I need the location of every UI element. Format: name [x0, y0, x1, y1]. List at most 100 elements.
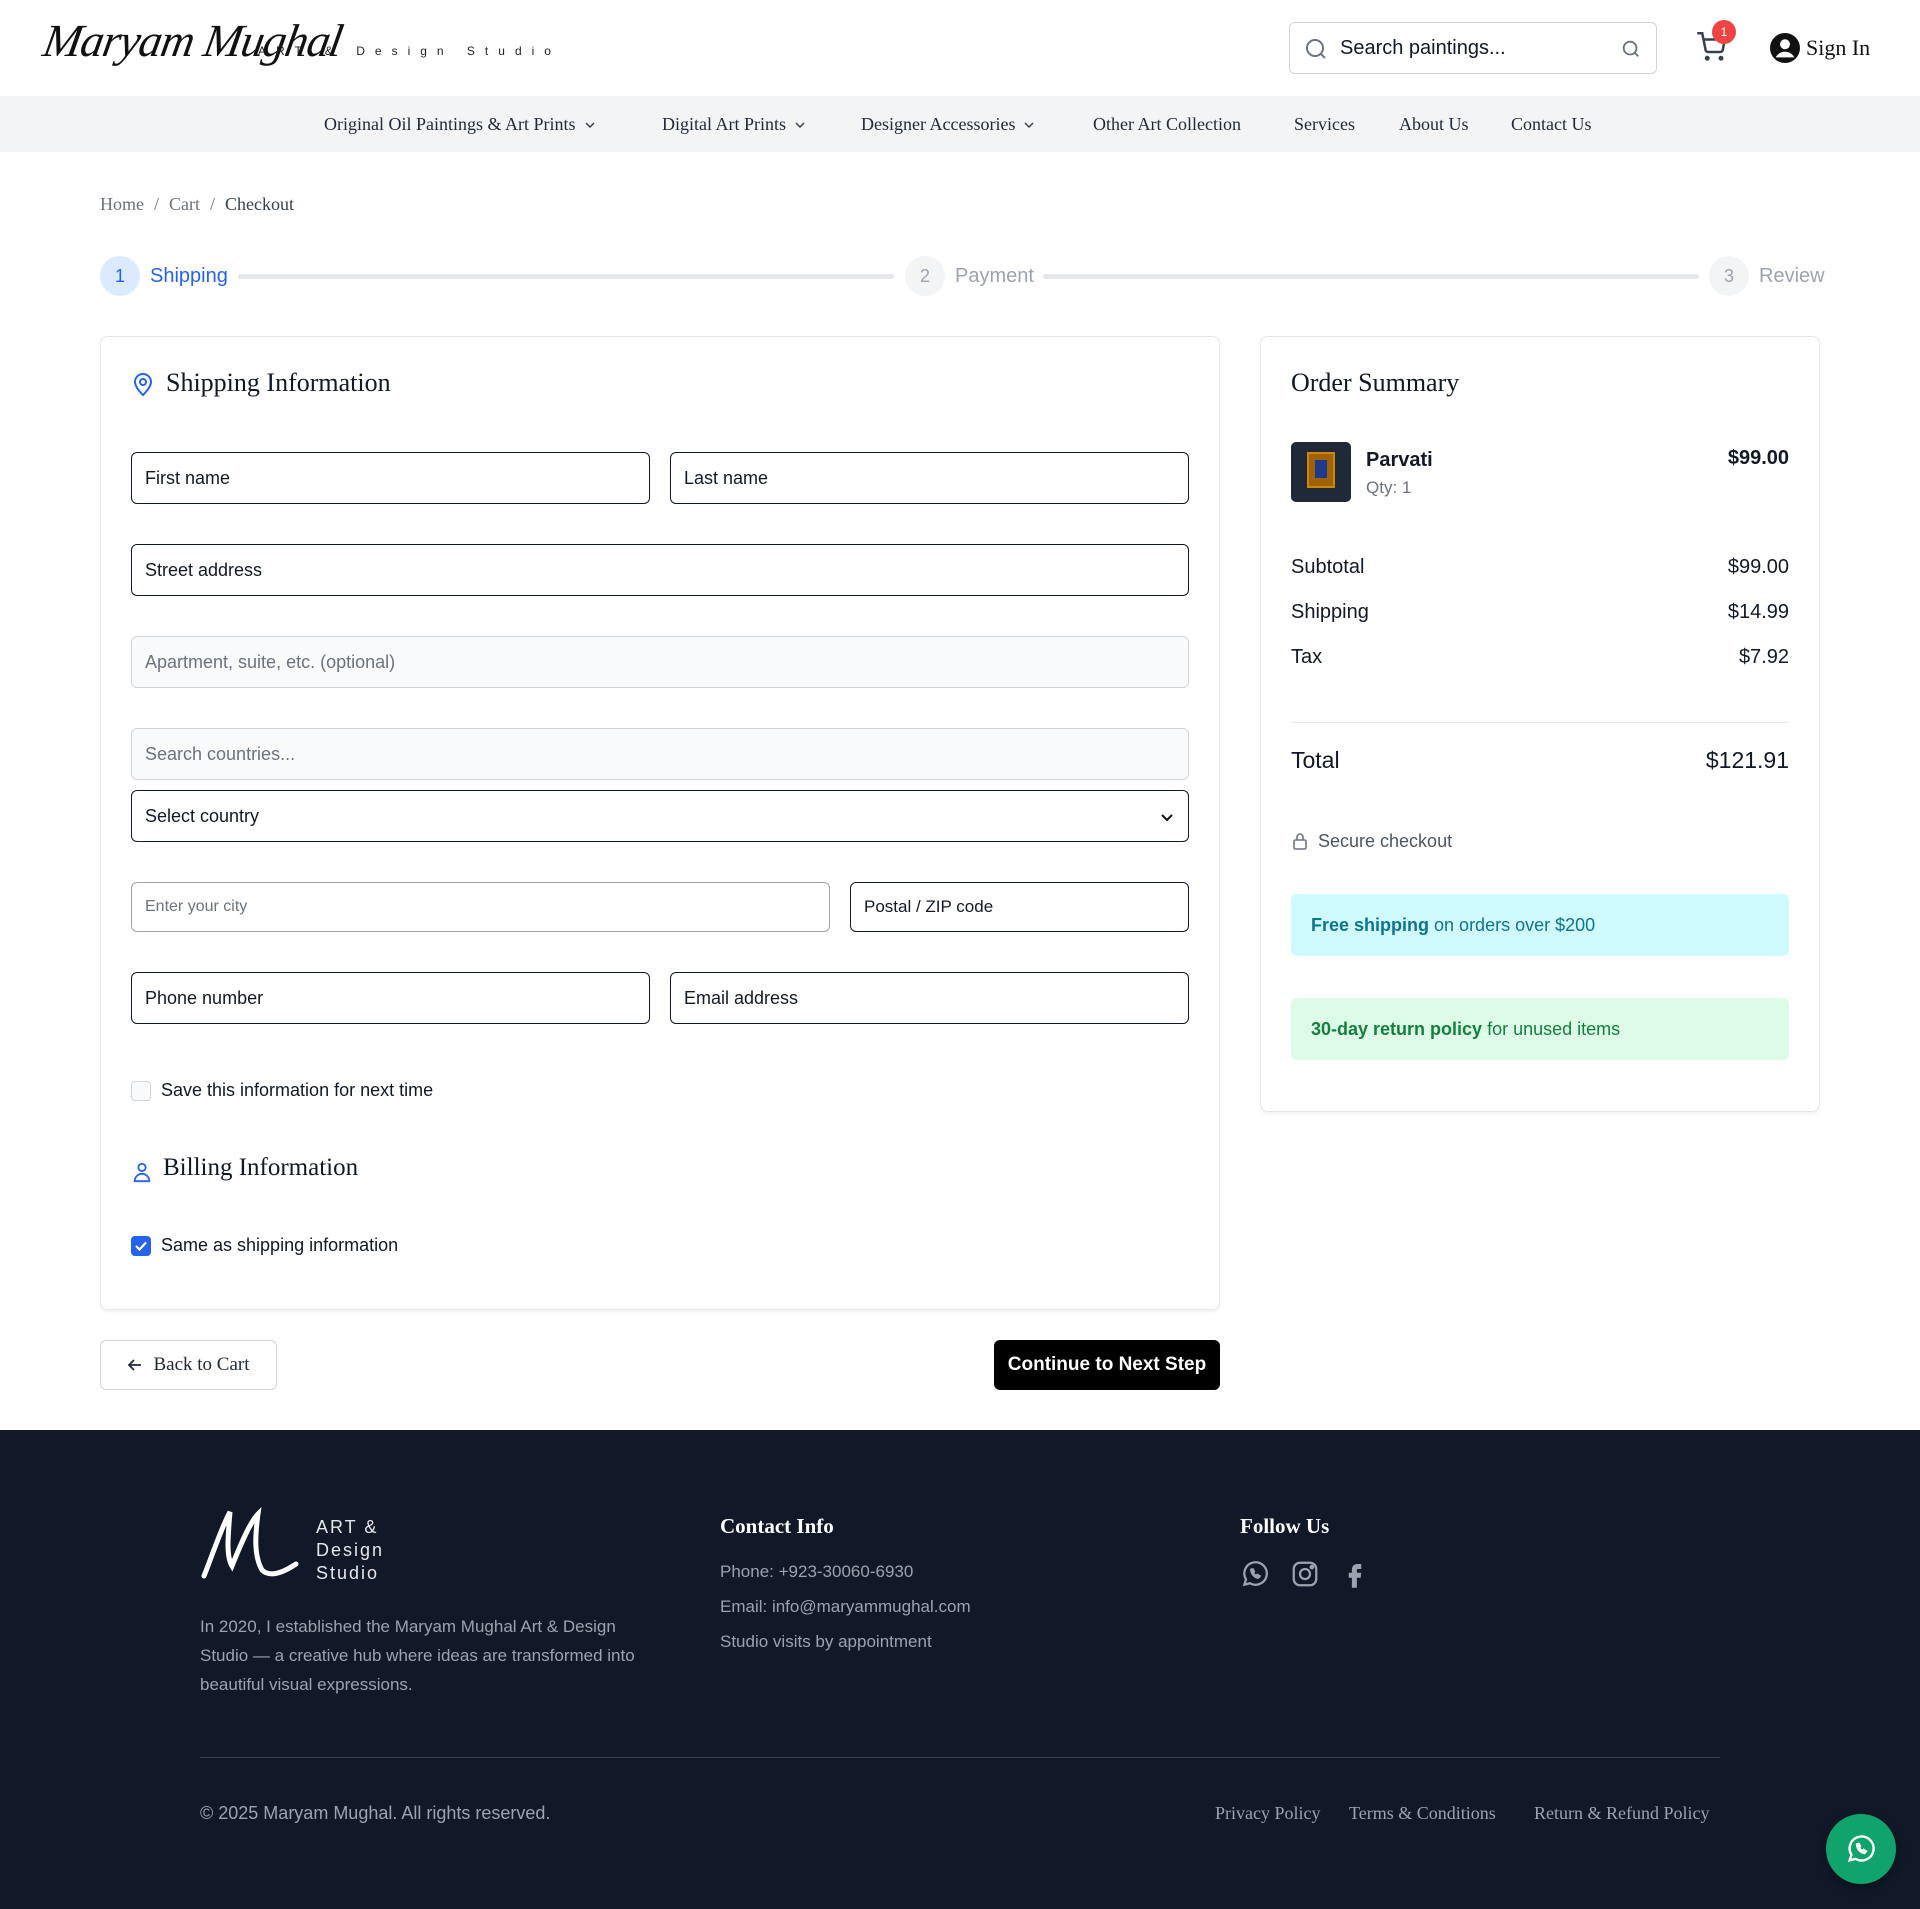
city-field[interactable]: Enter your city — [131, 882, 830, 932]
phone-field[interactable]: Phone number — [131, 972, 650, 1024]
nav-item-designer-accessories[interactable]: Designer Accessories — [861, 114, 1035, 135]
back-to-cart-button[interactable]: Back to Cart — [100, 1340, 277, 1390]
nav-item-digital-art-prints[interactable]: Digital Art Prints — [662, 114, 806, 135]
subtotal-row: Subtotal $99.00 — [1291, 556, 1789, 579]
search-input[interactable]: Search paintings... — [1289, 22, 1657, 74]
nav-item-other-art-collection[interactable]: Other Art Collection — [1093, 114, 1241, 135]
shipping-title: Shipping Information — [166, 368, 391, 397]
logo[interactable]: Maryam Mughal — [39, 14, 346, 67]
nav-item-about-us[interactable]: About Us — [1399, 114, 1469, 135]
order-summary-title: Order Summary — [1291, 368, 1460, 397]
total-row: Total $121.91 — [1291, 747, 1789, 774]
nav-label: Digital Art Prints — [662, 114, 787, 134]
main-nav: Original Oil Paintings & Art Prints Digi… — [0, 96, 1920, 152]
nav-label: About Us — [1399, 114, 1469, 134]
total-value: $121.91 — [1705, 747, 1789, 773]
apartment-field[interactable]: Apartment, suite, etc. (optional) — [131, 636, 1189, 688]
footer-logo-text: ART & Design Studio — [316, 1516, 384, 1585]
whatsapp-chat-button[interactable] — [1826, 1814, 1896, 1884]
step-number: 1 — [100, 256, 140, 296]
sign-in-label: Sign In — [1806, 35, 1871, 60]
first-name-field[interactable]: First name — [131, 452, 650, 504]
search-submit-icon[interactable] — [1620, 38, 1642, 60]
same-as-shipping-label: Same as shipping information — [161, 1235, 399, 1255]
street-address-field[interactable]: Street address — [131, 544, 1189, 596]
logo-tagline: ART & Design Studio — [258, 44, 561, 58]
back-to-cart-label: Back to Cart — [153, 1354, 250, 1375]
country-search-input[interactable]: Search countries... — [131, 728, 1189, 780]
footer-about-text: In 2020, I established the Maryam Mughal… — [200, 1617, 635, 1694]
postal-code-field[interactable]: Postal / ZIP code — [850, 882, 1189, 932]
terms-link[interactable]: Terms & Conditions — [1349, 1803, 1496, 1824]
copyright-text: © 2025 Maryam Mughal. All rights reserve… — [200, 1803, 551, 1823]
subtotal-value: $99.00 — [1727, 556, 1789, 578]
sign-in-button[interactable]: Sign In — [1770, 32, 1870, 64]
return-policy-banner: 30-day return policy for unused items — [1291, 998, 1789, 1060]
footer-logo-mark — [201, 1506, 299, 1579]
instagram-icon[interactable] — [1290, 1559, 1320, 1589]
whatsapp-icon — [1847, 1835, 1875, 1863]
tax-row: Tax $7.92 — [1291, 646, 1789, 669]
step-connector — [1043, 274, 1699, 279]
summary-divider — [1291, 722, 1789, 723]
shipping-cost-label: Shipping — [1291, 601, 1369, 623]
footer-logo-line: Design — [316, 1540, 385, 1560]
save-info-label: Save this information for next time — [161, 1080, 434, 1100]
footer-phone[interactable]: Phone: +923-30060-6930 — [720, 1562, 913, 1582]
step-label: Payment — [955, 264, 1034, 287]
free-shipping-text: on orders over $200 — [1434, 915, 1596, 935]
last-name-field[interactable]: Last name — [670, 452, 1189, 504]
follow-us-title: Follow Us — [1240, 1514, 1330, 1538]
nav-label: Services — [1294, 114, 1355, 134]
step-review: 3 Review — [1709, 256, 1825, 296]
facebook-icon[interactable] — [1340, 1559, 1370, 1589]
shipping-cost-value: $14.99 — [1727, 601, 1789, 623]
whatsapp-icon[interactable] — [1240, 1559, 1270, 1589]
return-policy-text: for unused items — [1487, 1019, 1621, 1039]
footer-email[interactable]: Email: info@maryammughal.com — [720, 1597, 971, 1617]
breadcrumb: Home / Cart / Checkout — [100, 194, 294, 215]
total-label: Total — [1291, 747, 1340, 773]
cart-count-badge: 1 — [1712, 20, 1736, 44]
nav-item-original-oil-paintings[interactable]: Original Oil Paintings & Art Prints — [324, 114, 596, 135]
search-icon — [1306, 39, 1326, 59]
step-number: 3 — [1709, 256, 1749, 296]
step-label: Shipping — [150, 264, 228, 287]
return-policy-bold: 30-day return policy — [1311, 1019, 1483, 1039]
subtotal-label: Subtotal — [1291, 556, 1365, 578]
step-label: Review — [1759, 264, 1825, 287]
footer-logo-line: Studio — [316, 1563, 380, 1583]
secure-checkout-text: Secure checkout — [1318, 831, 1453, 851]
contact-info-title: Contact Info — [720, 1514, 834, 1538]
email-field[interactable]: Email address — [670, 972, 1189, 1024]
nav-label: Other Art Collection — [1093, 114, 1241, 134]
save-info-checkbox[interactable] — [131, 1081, 151, 1101]
nav-label: Original Oil Paintings & Art Prints — [324, 114, 576, 134]
logo-script-text: Maryam Mughal — [39, 15, 346, 66]
footer-visits: Studio visits by appointment — [720, 1632, 932, 1651]
tax-value: $7.92 — [1738, 646, 1789, 668]
step-connector — [238, 274, 894, 279]
product-qty: Qty: 1 — [1366, 478, 1412, 497]
continue-button[interactable]: Continue to Next Step — [994, 1340, 1220, 1390]
breadcrumb-home[interactable]: Home — [100, 194, 144, 215]
footer-divider — [200, 1757, 1720, 1758]
privacy-policy-link[interactable]: Privacy Policy — [1215, 1803, 1321, 1824]
nav-label: Designer Accessories — [861, 114, 1016, 134]
checkmark-icon — [135, 1241, 147, 1252]
nav-item-contact-us[interactable]: Contact Us — [1511, 114, 1592, 135]
billing-title: Billing Information — [163, 1154, 359, 1181]
nav-item-services[interactable]: Services — [1294, 114, 1355, 135]
refund-policy-link[interactable]: Return & Refund Policy — [1534, 1803, 1709, 1824]
step-number: 2 — [905, 256, 945, 296]
free-shipping-bold: Free shipping — [1311, 915, 1430, 935]
nav-label: Contact Us — [1511, 114, 1592, 134]
product-name: Parvati — [1366, 449, 1433, 471]
user-icon — [133, 1162, 151, 1183]
same-as-shipping-checkbox[interactable] — [131, 1236, 151, 1256]
country-select[interactable]: Select country — [131, 790, 1189, 842]
user-avatar-icon — [1770, 33, 1800, 63]
arrow-left-icon — [128, 1359, 142, 1371]
product-thumbnail — [1291, 442, 1351, 502]
breadcrumb-cart[interactable]: Cart — [169, 194, 200, 215]
